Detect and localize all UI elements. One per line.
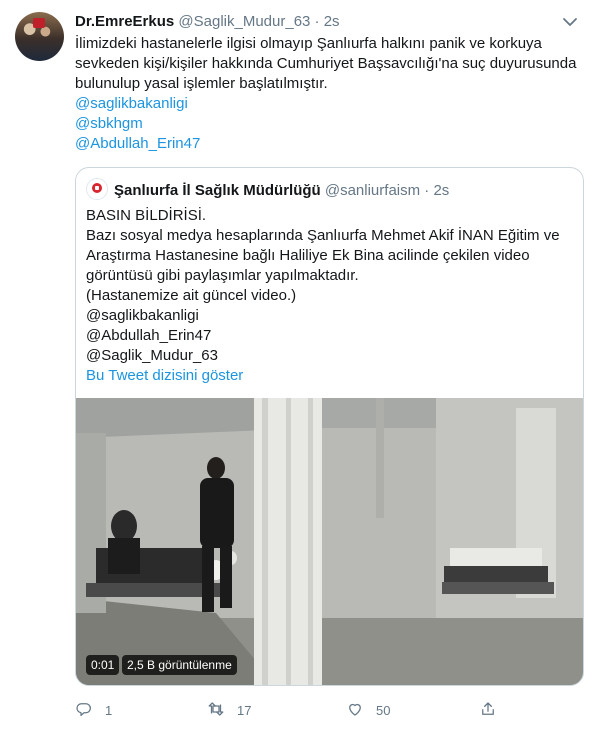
quoted-mention: @saglikbakanligi (86, 307, 199, 324)
tweet[interactable]: Dr.EmreErkus @Saglik_Mudur_63 · 2s İlimi… (0, 0, 598, 735)
reply-button[interactable]: 1 (75, 698, 112, 722)
quoted-author-name[interactable]: Şanlıurfa İl Sağlık Müdürlüğü (114, 182, 321, 199)
quoted-time: 2s (433, 182, 450, 199)
chevron-down-icon[interactable] (560, 14, 580, 30)
tweet-header: Dr.EmreErkus @Saglik_Mudur_63 · 2s (75, 12, 340, 32)
show-thread-link[interactable]: Bu Tweet dizisini göster (86, 366, 243, 386)
separator: · (314, 13, 320, 30)
quoted-text-line: BASIN BİLDİRİSİ. (86, 207, 207, 224)
heart-icon (346, 700, 364, 721)
video-views: 2,5 B görüntülenme (122, 655, 237, 675)
mention-link[interactable]: @Abdullah_Erin47 (75, 134, 580, 154)
quoted-tweet-header: Şanlıurfa İl Sağlık Müdürlüğü @sanliurfa… (86, 178, 449, 201)
quoted-mention: @Abdullah_Erin47 (86, 327, 212, 344)
avatar[interactable] (15, 12, 64, 61)
mention-link[interactable]: @saglikbakanligi (75, 94, 580, 114)
quoted-text-line: Araştırma Hastanesine bağlı Haliliye Ek … (86, 247, 530, 264)
author-name[interactable]: Dr.EmreErkus (75, 13, 174, 30)
retweet-count: 17 (237, 702, 252, 718)
like-count: 50 (376, 702, 391, 718)
retweet-button[interactable]: 17 (207, 698, 251, 722)
quoted-mention: @Saglik_Mudur_63 (86, 347, 218, 364)
mention-link[interactable]: @sbkhgm (75, 114, 580, 134)
tweet-text-line: İlimizdeki hastanelerle ilgisi olmayıp Ş… (75, 35, 542, 52)
author-handle[interactable]: @Saglik_Mudur_63 (178, 13, 310, 30)
quoted-avatar (86, 178, 108, 200)
video-player[interactable]: 0:01 2,5 B görüntülenme (76, 398, 583, 685)
tweet-text-line: bulunulup yasal işlemler başlatılmıştır. (75, 75, 328, 92)
reply-icon (75, 700, 93, 721)
quoted-tweet-text: BASIN BİLDİRİSİ. Bazı sosyal medya hesap… (86, 206, 571, 366)
video-duration: 0:01 (86, 655, 120, 675)
tweet-time[interactable]: 2s (324, 13, 340, 30)
quoted-text-line: görüntüsü gibi paylaşımlar yapılmaktadır… (86, 267, 359, 284)
tweet-text: İlimizdeki hastanelerle ilgisi olmayıp Ş… (75, 34, 580, 154)
action-bar: 1 17 50 (75, 698, 535, 722)
reply-count: 1 (105, 702, 113, 718)
separator: · (424, 182, 430, 199)
tweet-text-line: sevkeden kişi/kişiler hakkında Cumhuriye… (75, 55, 577, 72)
quoted-text-line: Bazı sosyal medya hesaplarında Şanlıurfa… (86, 227, 560, 244)
share-button[interactable] (479, 698, 497, 722)
quoted-tweet[interactable]: Şanlıurfa İl Sağlık Müdürlüğü @sanliurfa… (75, 167, 584, 686)
video-frame (76, 398, 583, 685)
quoted-author-handle[interactable]: @sanliurfaism (325, 182, 420, 199)
retweet-icon (207, 700, 225, 721)
share-icon (479, 700, 497, 721)
quoted-text-line: (Hastanemize ait güncel video.) (86, 287, 297, 304)
like-button[interactable]: 50 (346, 698, 390, 722)
